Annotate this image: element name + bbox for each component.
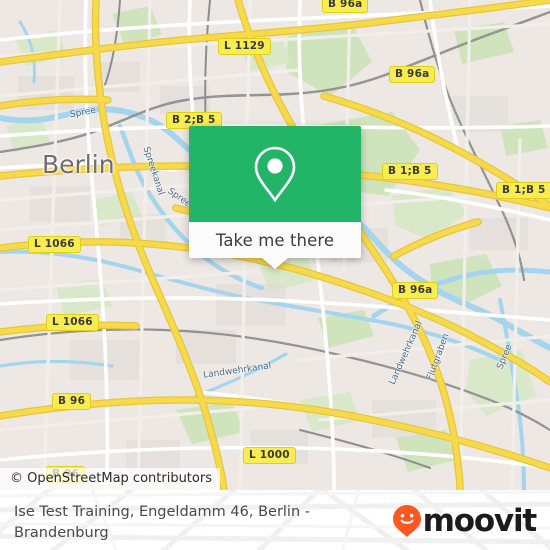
popup-tail: [262, 258, 288, 269]
road-shield[interactable]: L 1000: [243, 447, 296, 464]
road-shield[interactable]: L 1066: [46, 314, 99, 331]
road-shield[interactable]: L 1066: [28, 236, 81, 253]
road-shield[interactable]: B 96a: [392, 282, 439, 299]
footer-title: Ise Test Training, Engeldamm 46, Berlin …: [14, 504, 310, 541]
moovit-map-share-card: .w { stroke:#a5d5ee; fill:none; stroke-l…: [0, 0, 550, 550]
footer-bar: Ise Test Training, Engeldamm 46, Berlin …: [0, 490, 550, 550]
city-label-berlin: Berlin: [42, 150, 115, 179]
moovit-logo[interactable]: moovit: [392, 502, 538, 539]
popup-icon-panel: [189, 126, 361, 222]
road-shield[interactable]: B 96a: [322, 0, 369, 13]
map-canvas[interactable]: .w { stroke:#a5d5ee; fill:none; stroke-l…: [0, 0, 550, 490]
road-shield[interactable]: B 96: [52, 393, 92, 410]
road-shield[interactable]: B 96a: [389, 66, 436, 83]
road-shield[interactable]: L 1129: [218, 38, 271, 55]
road-shield[interactable]: B 1;B 5: [496, 182, 550, 199]
destination-popup[interactable]: Take me there: [189, 126, 361, 269]
take-me-there-button[interactable]: Take me there: [189, 222, 361, 258]
road-shield[interactable]: B 1;B 5: [382, 163, 438, 180]
take-me-there-label: Take me there: [215, 230, 335, 250]
map-attribution[interactable]: © OpenStreetMap contributors: [0, 468, 220, 490]
moovit-pin-smiley-icon: [392, 505, 421, 537]
moovit-wordmark: moovit: [422, 502, 538, 539]
map-pin-icon: [254, 146, 296, 203]
